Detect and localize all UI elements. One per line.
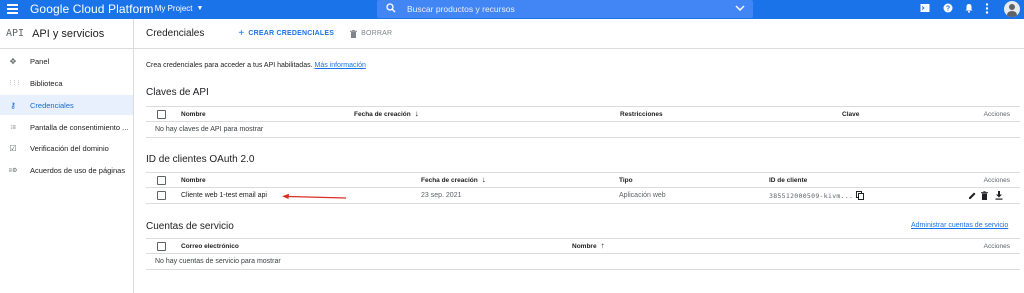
column-header-restrictions[interactable]: Restricciones xyxy=(620,111,663,118)
sort-arrow-up-icon: ↑ xyxy=(600,241,605,250)
sidebar-item-biblioteca[interactable]: ⋮⋮⋮ Biblioteca xyxy=(0,73,133,93)
api-badge-icon: API xyxy=(6,28,25,39)
intro-text: Crea credenciales para acceder a tus API… xyxy=(146,62,366,69)
page-header: Credenciales + CREAR CREDENCIALES BORRAR xyxy=(134,19,1024,49)
column-header-actions: Acciones xyxy=(983,177,1010,184)
search-bar[interactable]: Buscar productos y recursos xyxy=(377,0,753,18)
column-header-email[interactable]: Correo electrónico xyxy=(181,243,239,250)
api-keys-table: Nombre Fecha de creación ↓ Restricciones … xyxy=(146,106,1020,138)
oauth-section-title: ID de clientes OAuth 2.0 xyxy=(146,154,255,165)
sidebar-item-page-usage-agreements[interactable]: ≡⚙ Acuerdos de uso de páginas xyxy=(0,160,133,180)
dashboard-icon: ✥ xyxy=(9,56,17,66)
help-icon[interactable]: ? xyxy=(941,3,954,16)
api-keys-section-title: Claves de API xyxy=(146,87,209,98)
sidebar-item-label: Acuerdos de uso de páginas xyxy=(30,165,126,175)
copy-icon[interactable] xyxy=(856,191,864,202)
row-checkbox[interactable] xyxy=(157,191,166,200)
sidebar-item-label: Panel xyxy=(30,56,50,66)
search-expand-chevron-icon[interactable] xyxy=(735,4,745,14)
column-header-actions: Acciones xyxy=(983,243,1010,250)
hamburger-menu-icon[interactable] xyxy=(6,2,20,16)
learn-more-link[interactable]: Más información xyxy=(315,62,366,69)
trash-icon xyxy=(350,29,358,38)
column-header-actions: Acciones xyxy=(983,111,1010,118)
page-title: Credenciales xyxy=(146,28,205,39)
column-header-name[interactable]: Nombre ↑ xyxy=(572,241,605,250)
sidebar-header: API API y servicios xyxy=(0,19,133,49)
consent-screen-icon: ⁝≡ xyxy=(10,124,16,131)
delete-row-icon[interactable] xyxy=(981,191,988,202)
download-icon[interactable] xyxy=(995,191,1003,202)
svg-text:?: ? xyxy=(945,6,949,13)
sidebar-item-label: Verificación del dominio xyxy=(30,143,109,153)
settings-list-icon: ≡⚙ xyxy=(8,167,18,174)
project-icon: ⁘ xyxy=(144,4,151,13)
client-type: Aplicación web xyxy=(619,192,666,199)
edit-icon[interactable] xyxy=(968,191,977,202)
create-credentials-label: CREAR CREDENCIALES xyxy=(248,30,335,37)
sidebar-item-credenciales[interactable]: ⚷ Credenciales xyxy=(0,95,133,115)
service-accounts-section-title: Cuentas de servicio xyxy=(146,221,234,232)
manage-service-accounts-link[interactable]: Administrar cuentas de servicio xyxy=(911,222,1008,229)
sort-arrow-down-icon: ↓ xyxy=(414,109,419,118)
sort-arrow-down-icon: ↓ xyxy=(481,175,486,184)
column-header-name[interactable]: Nombre xyxy=(181,111,206,118)
project-name: My Project xyxy=(154,4,193,13)
empty-row: No hay claves de API para mostrar xyxy=(146,122,1020,138)
table-row[interactable]: Cliente web 1-test email api 23 sep. 202… xyxy=(146,188,1020,204)
more-vert-icon[interactable] xyxy=(980,3,993,16)
avatar[interactable] xyxy=(1004,1,1020,17)
column-header-key[interactable]: Clave xyxy=(842,111,859,118)
service-accounts-table: Correo electrónico Nombre ↑ Acciones No h… xyxy=(146,238,1020,270)
column-header-client-id[interactable]: ID de cliente xyxy=(769,177,807,184)
top-app-bar: Google Cloud Platform ⁘ My Project ▼ Bus… xyxy=(0,0,1024,19)
terminal-icon[interactable] xyxy=(918,3,931,16)
search-input[interactable]: Buscar productos y recursos xyxy=(407,4,735,14)
library-icon: ⋮⋮⋮ xyxy=(8,80,21,86)
empty-state-text: No hay claves de API para mostrar xyxy=(155,126,264,133)
sidebar-item-label: Pantalla de consentimiento ... xyxy=(30,122,129,132)
brand-title[interactable]: Google Cloud Platform xyxy=(30,2,154,16)
empty-state-text: No hay cuentas de servicio para mostrar xyxy=(155,258,281,265)
delete-label: BORRAR xyxy=(361,30,393,37)
table-header-row: Correo electrónico Nombre ↑ Acciones xyxy=(146,238,1020,254)
column-header-created[interactable]: Fecha de creación ↓ xyxy=(421,175,486,184)
select-all-checkbox[interactable] xyxy=(157,176,166,185)
sidebar-item-label: Biblioteca xyxy=(30,78,63,88)
delete-button[interactable]: BORRAR xyxy=(350,29,393,38)
plus-icon: + xyxy=(238,28,245,39)
created-date: 23 sep. 2021 xyxy=(421,192,462,199)
client-name-link[interactable]: Cliente web 1-test email api xyxy=(181,192,267,199)
key-icon: ⚷ xyxy=(10,100,16,110)
sidebar-item-panel[interactable]: ✥ Panel xyxy=(0,51,133,71)
domain-verification-icon: ☑ xyxy=(9,143,17,153)
column-header-name[interactable]: Nombre xyxy=(181,177,206,184)
sidebar-title: API y servicios xyxy=(32,27,105,40)
select-all-checkbox[interactable] xyxy=(157,110,166,119)
table-header-row: Nombre Fecha de creación ↓ Restricciones … xyxy=(146,106,1020,122)
sidebar: API API y servicios ✥ Panel ⋮⋮⋮ Bibliote… xyxy=(0,19,134,293)
notifications-icon[interactable] xyxy=(962,3,975,16)
client-id: 385512000509-kivm... xyxy=(769,192,854,200)
select-all-checkbox[interactable] xyxy=(157,242,166,251)
table-header-row: Nombre Fecha de creación ↓ Tipo ID de cli… xyxy=(146,172,1020,188)
sidebar-item-consent-screen[interactable]: ⁝≡ Pantalla de consentimiento ... xyxy=(0,117,133,137)
column-header-created[interactable]: Fecha de creación ↓ xyxy=(354,109,419,118)
oauth-clients-table: Nombre Fecha de creación ↓ Tipo ID de cli… xyxy=(146,172,1020,204)
sidebar-item-label: Credenciales xyxy=(30,100,74,110)
column-header-type[interactable]: Tipo xyxy=(619,177,633,184)
annotation-arrow xyxy=(282,193,347,199)
chevron-down-icon: ▼ xyxy=(196,5,204,12)
create-credentials-button[interactable]: + CREAR CREDENCIALES xyxy=(238,28,334,39)
sidebar-item-domain-verification[interactable]: ☑ Verificación del dominio xyxy=(0,138,133,158)
empty-row: No hay cuentas de servicio para mostrar xyxy=(146,254,1020,270)
search-icon xyxy=(381,2,401,16)
project-selector[interactable]: ⁘ My Project ▼ xyxy=(144,4,203,13)
main-content: Credenciales + CREAR CREDENCIALES BORRAR… xyxy=(134,19,1024,293)
